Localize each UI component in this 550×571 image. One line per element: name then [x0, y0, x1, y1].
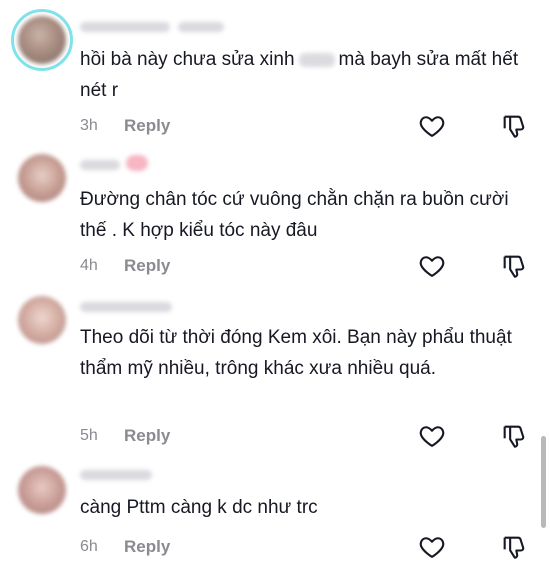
avatar[interactable]	[18, 296, 66, 344]
heart-icon[interactable]	[418, 422, 446, 450]
censored-word	[298, 52, 335, 67]
username-blurred[interactable]	[80, 302, 172, 312]
thumbs-down-icon[interactable]	[500, 422, 528, 450]
avatar[interactable]	[18, 466, 66, 514]
username-blurred[interactable]	[80, 470, 152, 480]
comment-timestamp: 6h	[80, 538, 98, 555]
comment-timestamp: 5h	[80, 427, 98, 444]
avatar[interactable]	[18, 16, 66, 64]
thumbs-down-icon[interactable]	[500, 252, 528, 280]
comment-timestamp: 4h	[80, 257, 98, 274]
comment-timestamp: 3h	[80, 117, 98, 134]
avatar[interactable]	[18, 154, 66, 202]
username-blurred[interactable]	[178, 22, 224, 32]
comment-text: Đường chân tóc cứ vuông chằn chặn ra buồ…	[80, 189, 509, 241]
reply-button[interactable]: Reply	[124, 256, 170, 276]
heart-icon[interactable]	[418, 252, 446, 280]
heart-icon[interactable]	[418, 533, 446, 561]
thumbs-down-icon[interactable]	[500, 533, 528, 561]
comment-text: Theo dõi từ thời đóng Kem xôi. Bạn này p…	[80, 327, 512, 379]
thumbs-down-icon[interactable]	[500, 112, 528, 140]
comment-text-part: hồi bà này chưa sửa xinh	[80, 49, 295, 70]
username-blurred[interactable]	[80, 160, 120, 170]
scrollbar[interactable]	[541, 436, 546, 528]
comments-panel: { "comments": [ { "text_a": "hồi bà này …	[0, 0, 550, 571]
username-blurred[interactable]	[80, 22, 170, 32]
heart-icon[interactable]	[418, 112, 446, 140]
reply-button[interactable]: Reply	[124, 426, 170, 446]
emoji-blurred	[126, 155, 148, 171]
reply-button[interactable]: Reply	[124, 116, 170, 136]
reply-button[interactable]: Reply	[124, 537, 170, 557]
comment-text: hồi bà này chưa sửa xinh mà bayh sửa mất …	[80, 44, 535, 106]
comment-text: càng Pttm càng k dc như trc	[80, 497, 318, 518]
